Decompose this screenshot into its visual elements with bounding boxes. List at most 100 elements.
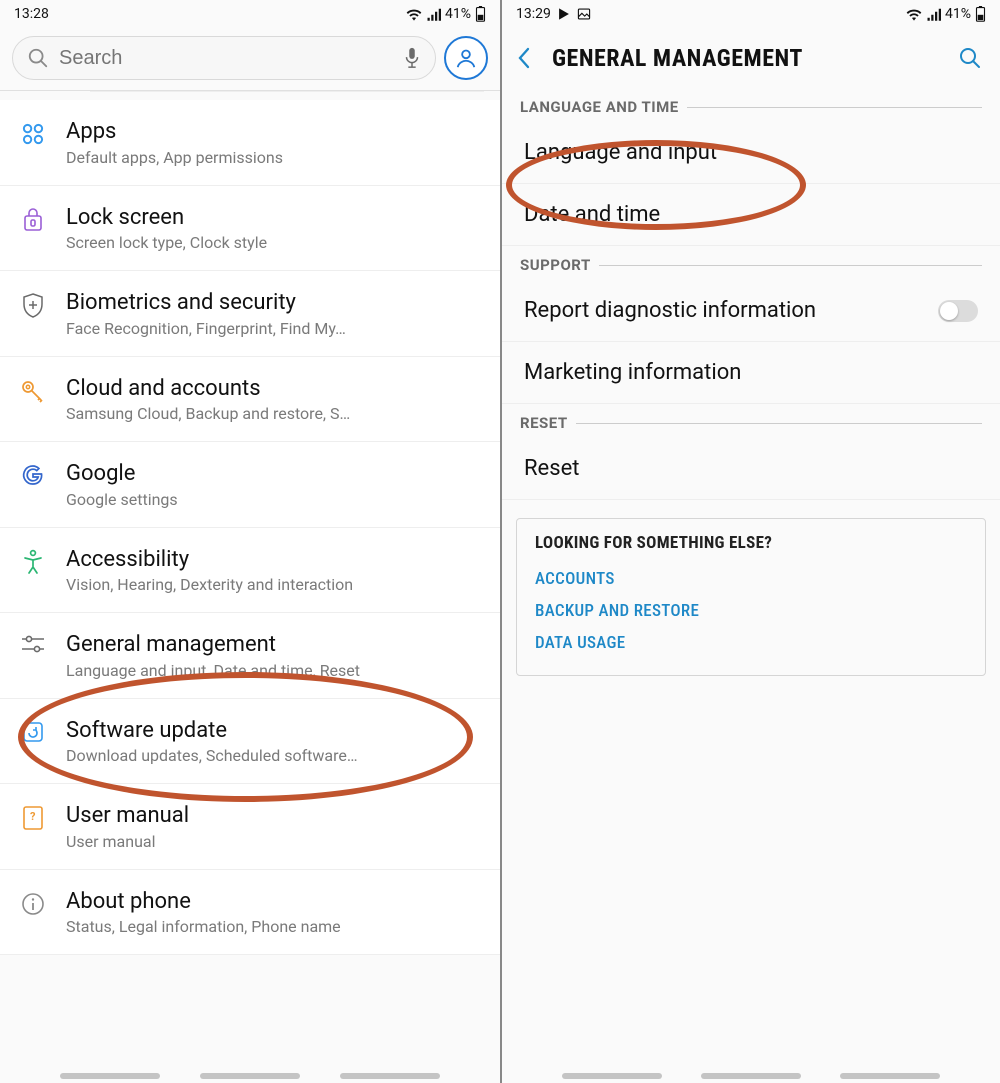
settings-item-cloud[interactable]: Cloud and accounts Samsung Cloud, Backup… [0,357,500,443]
item-title: User manual [66,802,482,830]
nav-bar [502,1073,1000,1079]
item-sub: Screen lock type, Clock style [66,233,482,252]
settings-item-google[interactable]: Google Google settings [0,442,500,528]
item-title: General management [66,631,482,659]
item-label: Date and time [524,202,660,227]
general-management-screen: 13:29 41% GENERAL MANAGEMENT LANGUAGE AN… [500,0,1000,1083]
item-language-and-input[interactable]: Language and input [502,122,1000,184]
item-sub: Google settings [66,490,482,509]
apps-icon [18,118,48,147]
google-icon [18,460,48,487]
shield-plus-icon [18,289,48,320]
wifi-icon [906,7,922,21]
item-sub: User manual [66,832,482,851]
section-label: SUPPORT [520,256,591,274]
item-sub: Face Recognition, Fingerprint, Find My… [66,319,482,338]
search-input[interactable] [59,47,393,70]
battery-icon [475,6,486,22]
item-reset[interactable]: Reset [502,438,1000,500]
recent-button[interactable] [60,1073,160,1079]
back-icon[interactable] [514,46,534,70]
settings-item-apps[interactable]: Apps Default apps, App permissions [0,100,500,186]
signal-icon [426,7,441,21]
manual-icon: ? [18,802,48,831]
settings-item-general-management[interactable]: General management Language and input, D… [0,613,500,699]
settings-item-about-phone[interactable]: About phone Status, Legal information, P… [0,870,500,956]
back-button[interactable] [840,1073,940,1079]
status-battery-pct: 41% [445,6,471,22]
status-bar: 13:28 41% [0,0,500,28]
looking-for-card: LOOKING FOR SOMETHING ELSE? ACCOUNTS BAC… [516,518,986,676]
back-button[interactable] [340,1073,440,1079]
item-sub: Vision, Hearing, Dexterity and interacti… [66,575,482,594]
gallery-icon [577,7,591,21]
item-label: Language and input [524,140,717,165]
key-icon [18,375,48,404]
section-support: SUPPORT [502,246,1000,280]
signal-icon [926,7,941,21]
item-label: Marketing information [524,360,741,385]
recent-button[interactable] [562,1073,662,1079]
account-button[interactable] [444,36,488,80]
status-bar: 13:29 41% [502,0,1000,28]
item-title: Apps [66,118,482,146]
section-language-time: LANGUAGE AND TIME [502,88,1000,122]
item-title: Software update [66,717,482,745]
item-title: Accessibility [66,546,482,574]
settings-item-lockscreen[interactable]: Lock screen Screen lock type, Clock styl… [0,186,500,272]
person-icon [455,47,477,69]
item-report-diagnostic[interactable]: Report diagnostic information [502,280,1000,342]
settings-item-software-update[interactable]: Software update Download updates, Schedu… [0,699,500,785]
svg-text:?: ? [30,810,36,823]
battery-icon [975,6,986,22]
settings-list: Apps Default apps, App permissions Lock … [0,100,500,955]
card-title: LOOKING FOR SOMETHING ELSE? [535,533,967,553]
play-store-icon [557,7,571,21]
item-sub: Download updates, Scheduled software… [66,746,482,765]
item-title: Lock screen [66,204,482,232]
item-title: Biometrics and security [66,289,482,317]
card-link-data-usage[interactable]: DATA USAGE [535,627,967,659]
status-time: 13:28 [14,6,49,22]
settings-item-biometrics[interactable]: Biometrics and security Face Recognition… [0,271,500,357]
item-title: Google [66,460,482,488]
item-sub: Language and input, Date and time, Reset [66,661,482,680]
settings-screen: 13:28 41% Apps Default apps, App permiss [0,0,500,1083]
lock-icon [18,204,48,233]
status-time: 13:29 [516,6,551,22]
nav-bar [0,1073,500,1079]
item-sub: Status, Legal information, Phone name [66,917,482,936]
screen-header: GENERAL MANAGEMENT [502,28,1000,88]
status-battery-pct: 41% [945,6,971,22]
item-title: About phone [66,888,482,916]
item-label: Report diagnostic information [524,298,816,323]
home-button[interactable] [200,1073,300,1079]
search-bar-row [0,28,500,91]
accessibility-icon [18,546,48,575]
item-label: Reset [524,456,579,481]
wifi-icon [406,7,422,21]
search-icon[interactable] [958,46,982,70]
item-title: Cloud and accounts [66,375,482,403]
item-marketing-info[interactable]: Marketing information [502,342,1000,404]
home-button[interactable] [701,1073,801,1079]
item-sub: Default apps, App permissions [66,148,482,167]
sliders-icon [18,631,48,654]
card-link-accounts[interactable]: ACCOUNTS [535,563,967,595]
search-icon [27,47,49,69]
screen-title: GENERAL MANAGEMENT [552,44,803,72]
search-box[interactable] [12,36,436,80]
item-sub: Samsung Cloud, Backup and restore, S… [66,404,482,423]
section-label: LANGUAGE AND TIME [520,98,679,116]
toggle-diagnostic[interactable] [938,300,978,322]
settings-item-user-manual[interactable]: ? User manual User manual [0,784,500,870]
info-icon [18,888,48,917]
update-icon [18,717,48,744]
card-link-backup-restore[interactable]: BACKUP AND RESTORE [535,595,967,627]
section-label: RESET [520,414,568,432]
settings-item-accessibility[interactable]: Accessibility Vision, Hearing, Dexterity… [0,528,500,614]
mic-icon[interactable] [403,47,421,69]
divider [90,91,484,92]
item-date-and-time[interactable]: Date and time [502,184,1000,246]
section-reset: RESET [502,404,1000,438]
